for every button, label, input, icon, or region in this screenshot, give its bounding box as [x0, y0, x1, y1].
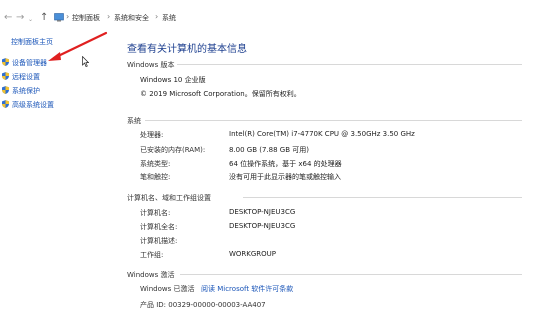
workgroup-value: WORKGROUP — [229, 250, 277, 258]
processor-label: 处理器: — [140, 131, 164, 139]
section-divider — [177, 64, 522, 65]
ram-label: 已安装的内存(RAM): — [140, 146, 206, 154]
shield-icon — [2, 100, 9, 108]
red-arrow-annotation-icon — [48, 31, 108, 61]
activation-status: Windows 已激活 — [140, 285, 195, 293]
pen-touch-label: 笔和触控: — [140, 173, 171, 181]
computer-description-label: 计算机描述: — [140, 237, 178, 245]
system-type-label: 系统类型: — [140, 160, 171, 168]
breadcrumb-separator-icon: › — [155, 12, 159, 21]
system-protection-link[interactable]: 系统保护 — [12, 86, 40, 96]
workgroup-label: 工作组: — [140, 251, 164, 259]
breadcrumb-system-security[interactable]: 系统和安全 — [114, 13, 149, 23]
remote-settings-link[interactable]: 远程设置 — [12, 72, 40, 82]
advanced-system-settings-link[interactable]: 高级系统设置 — [12, 100, 54, 110]
breadcrumb-system[interactable]: 系统 — [162, 13, 176, 23]
mouse-cursor-icon — [82, 56, 89, 67]
section-header-computer-name: 计算机名、域和工作组设置 — [127, 194, 211, 202]
shield-icon — [2, 58, 9, 66]
up-arrow-icon[interactable]: ↑ — [40, 12, 48, 24]
page-title: 查看有关计算机的基本信息 — [127, 44, 247, 55]
product-id: 产品 ID: 00329-00000-00003-AA407 — [140, 301, 266, 309]
section-divider — [243, 197, 522, 198]
license-terms-link[interactable]: 阅读 Microsoft 软件许可条款 — [201, 284, 293, 294]
address-bar: ← → ⌄ ↑ › 控制面板 › 系统和安全 › 系统 — [0, 8, 540, 30]
recent-pages-chevron-icon[interactable]: ⌄ — [28, 14, 33, 26]
breadcrumb-separator-icon: › — [66, 12, 70, 21]
shield-icon — [2, 86, 9, 94]
shield-icon — [2, 72, 9, 80]
control-panel-icon — [54, 13, 64, 22]
section-divider — [145, 120, 522, 121]
breadcrumb-separator-icon: › — [107, 12, 111, 21]
system-type-value: 64 位操作系统，基于 x64 的处理器 — [229, 160, 342, 168]
full-computer-name-label: 计算机全名: — [140, 223, 178, 231]
section-header-windows-edition: Windows 版本 — [127, 61, 175, 69]
ram-value: 8.00 GB (7.88 GB 可用) — [229, 146, 309, 154]
copyright-text: © 2019 Microsoft Corporation。保留所有权利。 — [140, 90, 301, 98]
section-header-system: 系统 — [127, 117, 141, 125]
windows-edition-value: Windows 10 企业版 — [140, 76, 206, 84]
section-header-windows-activation: Windows 激活 — [127, 271, 175, 279]
full-computer-name-value: DESKTOP-NJEU3CG — [229, 222, 296, 230]
processor-value: Intel(R) Core(TM) i7-4770K CPU @ 3.50GHz… — [229, 130, 415, 138]
back-arrow-icon[interactable]: ← — [4, 12, 12, 24]
pen-touch-value: 没有可用于此显示器的笔或触控输入 — [229, 173, 341, 181]
section-divider — [180, 274, 522, 275]
breadcrumb-control-panel[interactable]: 控制面板 — [72, 13, 100, 23]
computer-name-value: DESKTOP-NJEU3CG — [229, 208, 296, 216]
computer-name-label: 计算机名: — [140, 209, 171, 217]
forward-arrow-icon[interactable]: → — [16, 12, 24, 24]
